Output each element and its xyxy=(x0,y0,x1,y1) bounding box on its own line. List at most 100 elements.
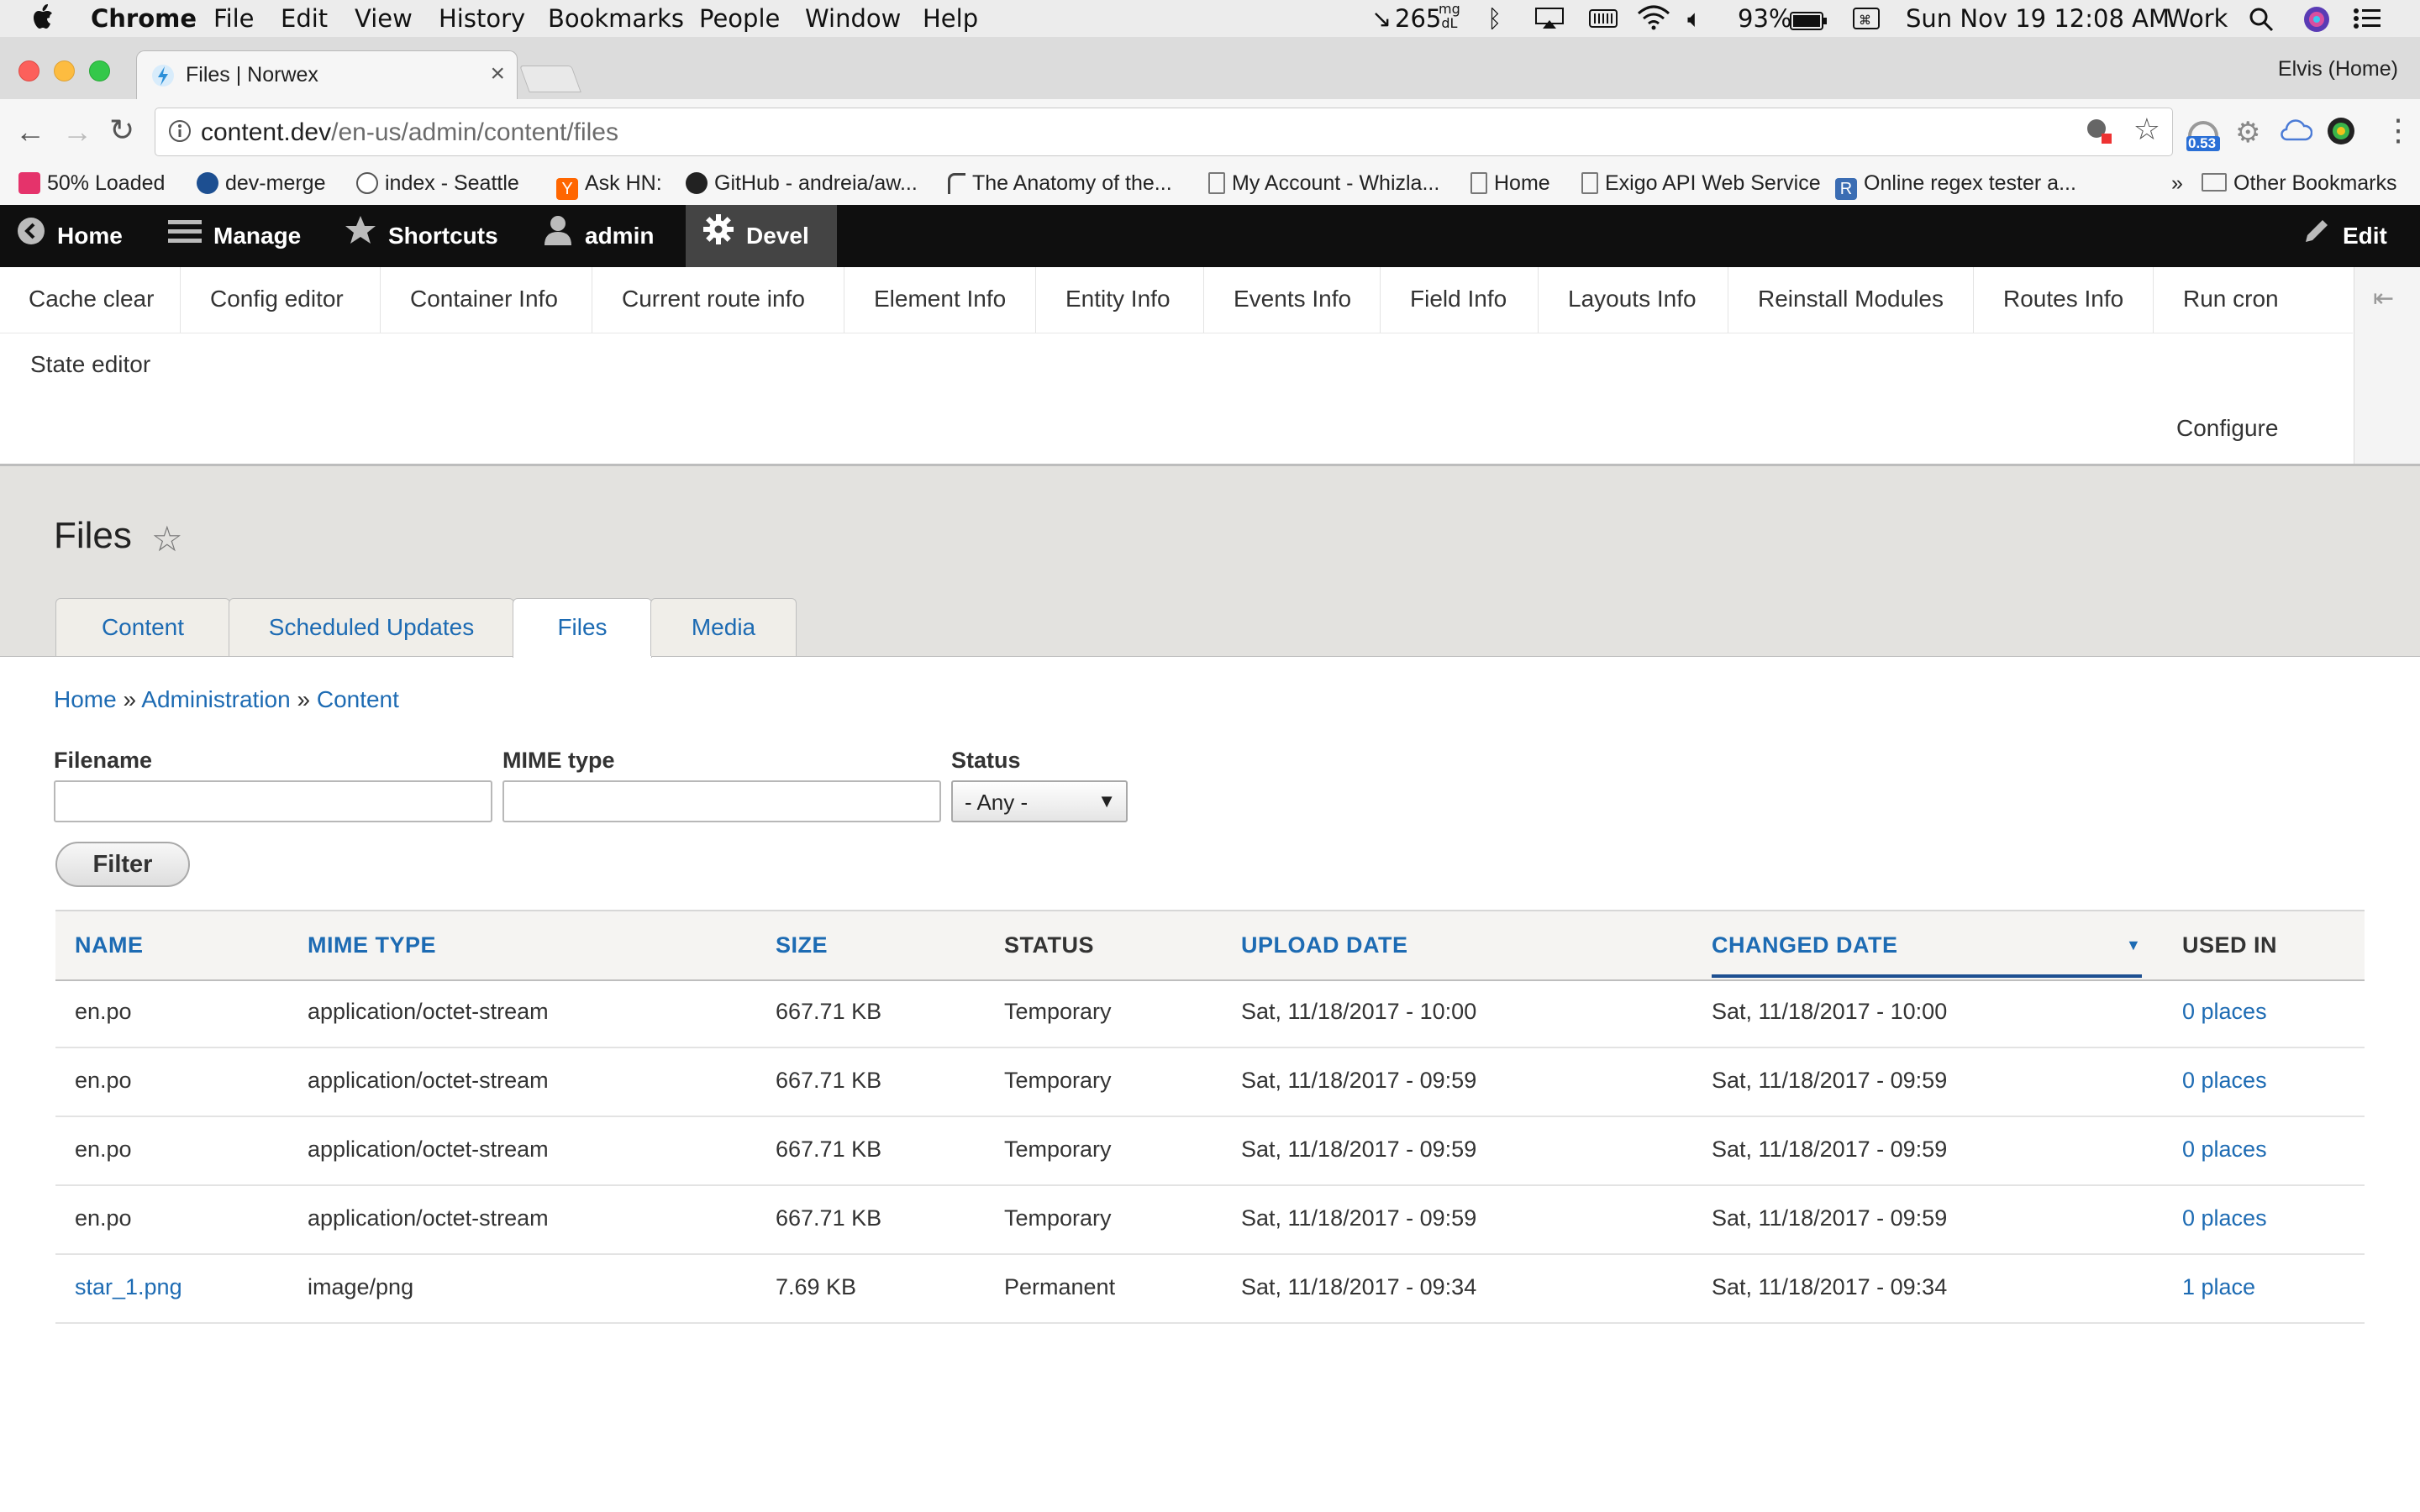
site-info-icon[interactable] xyxy=(167,118,192,148)
chrome-profile-name[interactable]: Elvis (Home) xyxy=(2278,57,2398,81)
forward-arrow-icon[interactable]: → xyxy=(62,114,92,150)
glucose-value[interactable]: 265 xyxy=(1395,4,1441,33)
back-arrow-icon[interactable]: ← xyxy=(15,114,45,150)
cell-used-in-link[interactable]: 0 places xyxy=(2182,1205,2267,1231)
tray-orientation-toggle[interactable]: ⇤ xyxy=(2354,267,2420,464)
extension-cloud-icon[interactable] xyxy=(2279,118,2313,147)
mime-type-input[interactable] xyxy=(502,780,941,822)
menu-people[interactable]: People xyxy=(699,4,780,33)
bookmark-anatomy[interactable]: The Anatomy of the... xyxy=(948,171,1172,196)
cell-name-link[interactable]: star_1.png xyxy=(75,1274,182,1300)
status-select[interactable]: - Any - ▼ xyxy=(951,780,1128,822)
bookmark-dev-merge[interactable]: dev-merge xyxy=(197,171,326,196)
col-upload-date[interactable]: UPLOAD DATE xyxy=(1241,932,1408,958)
bluetooth-icon[interactable]: ᛒ xyxy=(1487,4,1502,33)
devel-container-info[interactable]: Container Info xyxy=(410,286,558,312)
breadcrumb-administration[interactable]: Administration xyxy=(141,686,290,712)
app-menu-chrome[interactable]: Chrome xyxy=(91,4,197,33)
shortcut-star-icon[interactable]: ☆ xyxy=(151,518,183,559)
breadcrumb-home[interactable]: Home xyxy=(54,686,117,712)
devel-reinstall-modules[interactable]: Reinstall Modules xyxy=(1758,286,1944,312)
bookmark-star-icon[interactable]: ☆ xyxy=(2133,112,2160,147)
bookmark-exigo[interactable]: Exigo API Web Service xyxy=(1581,171,1821,196)
extension-color-icon[interactable] xyxy=(2326,116,2356,150)
menu-edit[interactable]: Edit xyxy=(281,4,328,33)
bookmark-index-seattle[interactable]: index - Seattle xyxy=(356,171,519,196)
bookmark-github[interactable]: GitHub - andreia/aw... xyxy=(686,171,918,196)
battery-icon[interactable] xyxy=(1790,8,1828,37)
cell-used-in-link[interactable]: 0 places xyxy=(2182,1137,2267,1163)
toolbar-home[interactable]: Home xyxy=(17,205,123,267)
bookmark-whizla[interactable]: My Account - Whizla... xyxy=(1208,171,1439,196)
wifi-icon[interactable] xyxy=(1637,5,1670,36)
airplay-icon[interactable] xyxy=(1534,7,1565,36)
window-minimize-button[interactable] xyxy=(54,60,75,81)
other-bookmarks[interactable]: Other Bookmarks xyxy=(2202,171,2397,196)
devel-field-info[interactable]: Field Info xyxy=(1410,286,1507,312)
window-close-button[interactable] xyxy=(18,60,39,81)
bookmark-ask-hn[interactable]: Y Ask HN: xyxy=(556,171,662,200)
toolbar-user[interactable]: admin xyxy=(543,205,654,267)
extension-gear-icon[interactable]: ⚙ xyxy=(2235,116,2260,150)
new-tab-button[interactable] xyxy=(519,66,581,92)
url-text[interactable]: content.dev/en-us/admin/content/files xyxy=(201,118,618,147)
sort-desc-icon[interactable]: ▼ xyxy=(2126,937,2141,954)
devel-layouts-info[interactable]: Layouts Info xyxy=(1568,286,1697,312)
devel-element-info[interactable]: Element Info xyxy=(874,286,1006,312)
tab-files[interactable]: Files xyxy=(513,598,652,658)
col-changed-date[interactable]: CHANGED DATE xyxy=(1712,932,1898,958)
browser-tab-active[interactable]: Files | Norwex × xyxy=(136,50,518,102)
bookmarks-overflow-button[interactable]: » xyxy=(2171,171,2183,196)
battery-percent[interactable]: 93% xyxy=(1738,4,1791,33)
devel-run-cron[interactable]: Run cron xyxy=(2183,286,2279,312)
chrome-menu-icon[interactable]: ⋮ xyxy=(2383,113,2413,148)
bookmark-home[interactable]: Home xyxy=(1470,171,1550,196)
tab-scheduled-updates[interactable]: Scheduled Updates xyxy=(229,598,514,656)
menu-history[interactable]: History xyxy=(439,4,525,33)
menu-bookmarks[interactable]: Bookmarks xyxy=(548,4,684,33)
devel-current-route-info[interactable]: Current route info xyxy=(622,286,805,312)
window-zoom-button[interactable] xyxy=(89,60,110,81)
devel-entity-info[interactable]: Entity Info xyxy=(1065,286,1171,312)
toolbar-shortcuts[interactable]: Shortcuts xyxy=(345,205,498,267)
bookmark-invision[interactable]: 50% Loaded xyxy=(18,171,165,196)
istat-icon[interactable] xyxy=(1588,7,1618,36)
reload-icon[interactable]: ↻ xyxy=(109,113,134,148)
tab-close-icon[interactable]: × xyxy=(490,60,505,88)
devel-configure-link[interactable]: Configure xyxy=(2176,415,2278,442)
profile-work[interactable]: Work xyxy=(2166,4,2228,33)
cell-used-in-link[interactable]: 1 place xyxy=(2182,1274,2255,1300)
devel-events-info[interactable]: Events Info xyxy=(1234,286,1351,312)
menu-file[interactable]: File xyxy=(213,4,255,33)
blocked-popup-icon[interactable] xyxy=(2085,117,2113,150)
spotlight-icon[interactable] xyxy=(2249,7,2274,38)
filename-input[interactable] xyxy=(54,780,492,822)
tab-content[interactable]: Content xyxy=(55,598,230,656)
menu-window[interactable]: Window xyxy=(805,4,901,33)
apple-icon[interactable] xyxy=(32,2,57,38)
col-name[interactable]: NAME xyxy=(75,932,144,958)
breadcrumb-content[interactable]: Content xyxy=(317,686,399,712)
toolbar-devel[interactable]: Devel xyxy=(686,205,837,267)
toolbar-manage[interactable]: Manage xyxy=(168,205,301,267)
filter-button[interactable]: Filter xyxy=(55,842,190,887)
devel-state-editor[interactable]: State editor xyxy=(30,351,150,378)
volume-icon[interactable]: 🔈︎ xyxy=(1687,4,1702,34)
col-mime-type[interactable]: MIME TYPE xyxy=(308,932,436,958)
siri-icon[interactable] xyxy=(2302,5,2331,39)
devel-cache-clear[interactable]: Cache clear xyxy=(29,286,154,312)
col-size[interactable]: SIZE xyxy=(776,932,828,958)
clock[interactable]: Sun Nov 19 12:08 AM xyxy=(1906,4,2170,33)
bookmark-regex[interactable]: R Online regex tester a... xyxy=(1835,171,2076,200)
tab-media[interactable]: Media xyxy=(650,598,797,656)
keyboard-viewer-icon[interactable]: ⌘ xyxy=(1852,7,1881,36)
cell-used-in-link[interactable]: 0 places xyxy=(2182,999,2267,1025)
menu-help[interactable]: Help xyxy=(923,4,978,33)
toolbar-edit[interactable]: Edit xyxy=(2302,205,2387,267)
address-bar[interactable]: content.dev/en-us/admin/content/files ☆ xyxy=(155,108,2173,156)
notification-center-icon[interactable] xyxy=(2353,7,2381,36)
devel-routes-info[interactable]: Routes Info xyxy=(2003,286,2123,312)
cell-used-in-link[interactable]: 0 places xyxy=(2182,1068,2267,1094)
menu-view[interactable]: View xyxy=(355,4,413,33)
devel-config-editor[interactable]: Config editor xyxy=(210,286,344,312)
